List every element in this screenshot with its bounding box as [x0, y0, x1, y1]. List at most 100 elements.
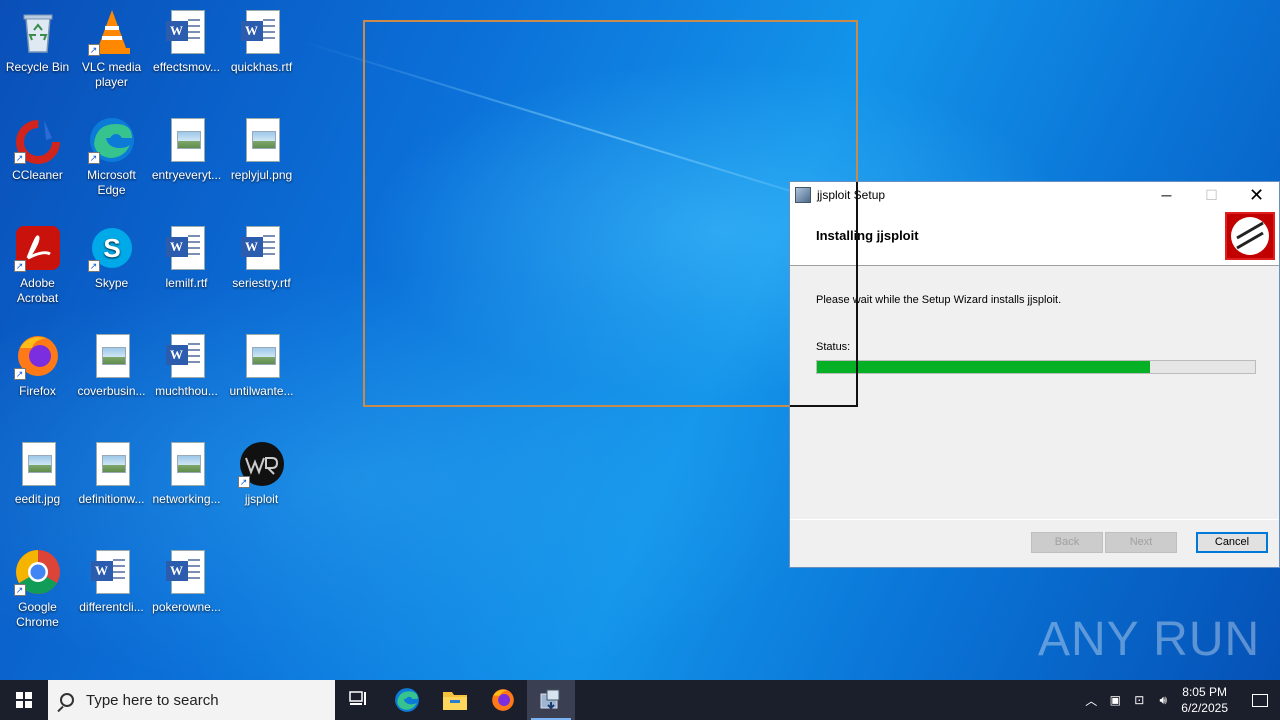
progress-fill: [817, 361, 1150, 373]
image-file-icon: [14, 440, 62, 488]
setup-window[interactable]: jjsploit Setup ─ ☐ ✕ Installing jjsploit…: [789, 181, 1280, 568]
desktop-icon-untilwante[interactable]: untilwante...: [224, 332, 299, 399]
clock-date: 6/2/2025: [1181, 701, 1228, 715]
recycle-bin-icon: [14, 8, 62, 56]
chevron-up-icon[interactable]: ︿: [1079, 692, 1103, 709]
firefox-icon: ↗: [13, 332, 62, 380]
image-file-icon: [88, 332, 136, 380]
taskbar-firefox[interactable]: [479, 680, 527, 720]
search-placeholder: Type here to search: [86, 691, 219, 709]
desktop-icon-label: entryeveryt...: [151, 168, 222, 182]
close-button[interactable]: ✕: [1234, 182, 1279, 208]
ccleaner-icon: ↗: [13, 116, 62, 164]
desktop-icon-label: Recycle Bin: [5, 60, 70, 74]
svg-text:S: S: [103, 233, 120, 263]
desktop-icon-microsoft-edge[interactable]: ↗ Microsoft Edge: [74, 116, 149, 198]
vlc-icon: ↗: [87, 8, 136, 56]
desktop-icon-adobe-acrobat[interactable]: ↗ Adobe Acrobat: [0, 224, 75, 306]
desktop-icon-label: muchthou...: [155, 384, 218, 398]
desktop-icon-google-chrome[interactable]: ↗ Google Chrome: [0, 548, 75, 630]
desktop-icon-vlc[interactable]: ↗ VLC media player: [74, 8, 149, 90]
shortcut-arrow-icon: ↗: [13, 152, 26, 164]
shortcut-arrow-icon: ↗: [237, 476, 250, 488]
selection-rectangle: [363, 20, 858, 407]
next-button[interactable]: Next: [1105, 532, 1177, 553]
installer-logo-icon: [1225, 212, 1275, 260]
desktop-icon-label: eedit.jpg: [14, 492, 61, 506]
desktop-icon-ccleaner[interactable]: ↗ CCleaner: [0, 116, 75, 183]
desktop-icon-definitionw[interactable]: definitionw...: [74, 440, 149, 507]
acrobat-icon: ↗: [13, 224, 62, 272]
notification-icon: [1252, 693, 1268, 707]
desktop-icon-seriestry[interactable]: W seriestry.rtf: [224, 224, 299, 291]
windows-logo-icon: [16, 692, 32, 708]
desktop-icon-firefox[interactable]: ↗ Firefox: [0, 332, 75, 399]
desktop-icon-quickhas[interactable]: W quickhas.rtf: [224, 8, 299, 75]
shortcut-arrow-icon: ↗: [13, 368, 26, 380]
shortcut-arrow-icon: ↗: [13, 260, 26, 272]
image-file-icon: [88, 440, 136, 488]
task-view-icon: [349, 691, 366, 705]
desktop-icon-label: VLC media player: [81, 60, 142, 89]
network-icon[interactable]: ⊡: [1127, 693, 1151, 707]
taskbar-file-explorer[interactable]: [431, 680, 479, 720]
desktop-icon-label: effectsmov...: [153, 60, 220, 74]
desktop-icon-muchthou[interactable]: W muchthou...: [149, 332, 224, 399]
install-progress-bar: [816, 360, 1256, 374]
desktop-icon-skype[interactable]: S ↗ Skype: [74, 224, 149, 291]
desktop-icon-entryeveryt[interactable]: entryeveryt...: [149, 116, 224, 183]
desktop-icon-label: seriestry.rtf: [232, 276, 291, 290]
desktop-icon-label: Firefox: [19, 384, 56, 398]
desktop-icon-label: differentcli...: [79, 600, 144, 614]
taskbar: Type here to search ︿ ▣ ⊡ 🔊︎ 8:05 PM 6/2…: [0, 680, 1280, 720]
desktop-icon-label: untilwante...: [229, 384, 294, 398]
desktop-icon-recycle-bin[interactable]: Recycle Bin: [0, 8, 75, 75]
installer-icon: [540, 689, 560, 710]
taskbar-edge[interactable]: [383, 680, 431, 720]
desktop-icon-pokerowne[interactable]: W pokerowne...: [149, 548, 224, 615]
chrome-icon: ↗: [13, 548, 62, 596]
shortcut-arrow-icon: ↗: [87, 152, 100, 164]
desktop-icon-eedit[interactable]: eedit.jpg: [0, 440, 75, 507]
image-file-icon: [238, 116, 286, 164]
desktop-icon-label: Skype: [94, 276, 129, 290]
desktop-icon-lemilf[interactable]: W lemilf.rtf: [149, 224, 224, 291]
network-adapter-icon[interactable]: ▣: [1103, 693, 1127, 707]
desktop-icon-networking[interactable]: networking...: [149, 440, 224, 507]
desktop-icon-replyjul[interactable]: replyjul.png: [224, 116, 299, 183]
maximize-button[interactable]: ☐: [1189, 182, 1234, 208]
desktop-icon-label: networking...: [152, 492, 221, 506]
image-file-icon: [163, 116, 211, 164]
desktop-icon-differentcli[interactable]: W differentcli...: [74, 548, 149, 615]
desktop-icon-jjsploit[interactable]: ↗ jjsploit: [224, 440, 299, 507]
anyrun-watermark: ANY RUN: [1038, 613, 1261, 666]
volume-icon[interactable]: 🔊︎: [1151, 693, 1175, 708]
cancel-button[interactable]: Cancel: [1196, 532, 1268, 553]
shortcut-arrow-icon: ↗: [13, 584, 26, 596]
start-button[interactable]: [0, 680, 48, 720]
image-file-icon: [163, 440, 211, 488]
desktop-icon-label: Adobe Acrobat: [16, 276, 59, 305]
firefox-icon: [492, 689, 514, 711]
desktop-icon-label: jjsploit: [244, 492, 279, 506]
taskbar-search-box[interactable]: Type here to search: [48, 680, 335, 720]
skype-icon: S ↗: [87, 224, 136, 272]
minimize-button[interactable]: ─: [1144, 182, 1189, 208]
desktop-icon-label: CCleaner: [12, 168, 63, 182]
taskbar-jjsploit-setup[interactable]: [527, 680, 575, 720]
desktop-icon-coverbusin[interactable]: coverbusin...: [74, 332, 149, 399]
desktop-icon-label: lemilf.rtf: [165, 276, 208, 290]
footer-divider: [790, 519, 1279, 520]
notifications-button[interactable]: [1240, 680, 1280, 720]
word-doc-icon: W: [163, 548, 211, 596]
folder-icon: [443, 692, 467, 710]
title-bar[interactable]: jjsploit Setup ─ ☐ ✕: [790, 182, 1279, 208]
jjsploit-icon: ↗: [237, 440, 286, 488]
task-view-button[interactable]: [335, 680, 383, 720]
desktop-icon-effectsmov[interactable]: W effectsmov...: [149, 8, 224, 75]
clock[interactable]: 8:05 PM 6/2/2025: [1181, 684, 1228, 716]
system-tray: ︿ ▣ ⊡ 🔊︎ 8:05 PM 6/2/2025: [1079, 680, 1280, 720]
desktop-icon-label: pokerowne...: [152, 600, 221, 614]
selection-rectangle-overlap: [790, 182, 858, 407]
back-button[interactable]: Back: [1031, 532, 1103, 553]
